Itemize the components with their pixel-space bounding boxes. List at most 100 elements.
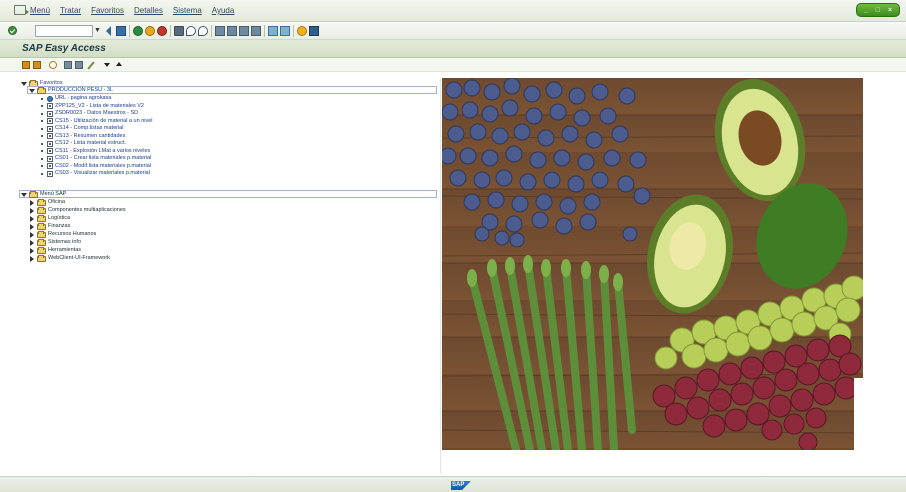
expand-toggle-icon[interactable] [29,207,35,214]
favorite-item[interactable]: CS13 - Resumen cantidades [39,133,125,140]
sap-menu-folder-label: Sistemas info [48,239,82,245]
expand-toggle-icon[interactable] [29,255,35,262]
favorite-item-label: ZPP125_V2 - Lista de materiales V2 [55,102,144,109]
move-favorite-up-icon[interactable] [116,62,122,66]
transaction-icon [47,170,53,177]
menu-item-menu[interactable]: Menú [30,6,50,15]
expand-toggle-icon[interactable] [29,88,35,94]
menu-item-tratar[interactable]: Tratar [60,6,81,15]
toolbar-separator [264,25,265,37]
ok-icon[interactable] [8,26,17,35]
favorite-item[interactable]: ZPP125_V2 - Lista de materiales V2 [39,103,144,110]
add-favorite-icon[interactable] [64,61,72,69]
prev-page-icon[interactable] [227,26,237,36]
first-page-icon[interactable] [215,26,225,36]
sap-menu-folder[interactable]: Recursos Humanos [29,230,97,238]
application-toolbar [0,58,906,72]
favorite-item[interactable]: CS01 - Crear lista materiales p.material [39,155,151,162]
menu-item-sistema[interactable]: Sistema [173,6,202,15]
favorite-item-label: CS12 - Lista material estruct. [55,140,126,146]
tree-node-produccion-folder[interactable]: PRODUCCION PESU - 3L [29,86,113,94]
system-menu-icon[interactable] [14,5,29,15]
command-history-dropdown[interactable]: ▼ [94,26,102,36]
expand-toggle-icon[interactable] [29,215,35,222]
cancel-icon[interactable] [157,26,167,36]
find-next-icon[interactable] [198,26,208,36]
sap-menu-folder-label: Oficina [48,199,66,205]
sap-menu-folder[interactable]: Componentes multiaplicaciones [29,206,126,214]
sap-menu-folder[interactable]: Oficina [29,198,66,206]
expand-toggle-icon[interactable] [29,199,35,206]
find-icon[interactable] [186,26,196,36]
leaf-marker [39,133,45,139]
blueberries [442,78,651,248]
window-controls: _ □ × [856,3,900,17]
title-bar: SAP Easy Access [0,40,906,58]
sap-logo: SAP [451,481,471,490]
leaf-marker [39,163,45,169]
folder-icon [37,238,46,246]
sap-menu-folder[interactable]: Logística [29,214,70,222]
delete-favorite-icon[interactable] [75,61,83,69]
last-page-icon[interactable] [251,26,261,36]
menu-items: Menú Tratar Favoritos Detalles Sistema A… [30,6,234,15]
help-icon[interactable] [297,26,307,36]
menu-item-detalles[interactable]: Detalles [134,6,163,15]
favorite-item-label: CS03 - Visualizar materiales p.material [55,170,150,176]
favorite-item[interactable]: CS03 - Visualizar materiales p.material [39,170,150,177]
folder-icon [37,214,46,222]
save-icon[interactable] [116,26,126,36]
shortcut-icon[interactable] [280,26,290,36]
menu-item-ayuda[interactable]: Ayuda [212,6,235,15]
new-session-icon[interactable] [268,26,278,36]
expand-toggle-icon[interactable] [29,223,35,230]
favorite-item[interactable]: CS11 - Explosión LMat a varios niveles [39,148,150,155]
favorite-item[interactable]: ZSDR0023 - Datos Maestros - SD [39,110,138,117]
asparagus [468,260,636,454]
favorite-item[interactable]: CS02 - Modif.lista materiales p.material [39,163,151,170]
favorite-item-label: CS02 - Modif.lista materiales p.material [55,162,151,169]
tree-node-sap-menu[interactable]: Menú SAP [21,190,66,198]
leaf-marker [39,96,45,102]
expand-toggle-icon[interactable] [29,239,35,246]
menu-item-favoritos[interactable]: Favoritos [91,6,124,15]
expand-toggle-icon[interactable] [21,192,27,198]
move-favorite-down-icon[interactable] [104,63,110,67]
favorite-item[interactable]: CS12 - Lista material estruct. [39,140,126,147]
toolbar-separator [293,25,294,37]
sap-menu-folder-label: WebClient-UI-Framework [48,255,110,261]
expand-toggle-icon[interactable] [29,247,35,254]
transaction-icon [47,118,53,124]
sap-menu-folder-label: Componentes multiaplicaciones [48,207,126,213]
exit-icon[interactable] [145,26,155,36]
other-menu-icon[interactable] [49,61,57,69]
sap-logo-text: SAP [452,482,465,488]
user-menu-icon[interactable] [22,61,30,69]
next-page-icon[interactable] [239,26,249,36]
back-icon[interactable] [106,26,111,36]
favorite-item[interactable]: CS15 - Utilización de material a un nive… [39,118,153,125]
avocados [647,78,848,314]
favorite-item-label: URL - pagina agrokasa [55,95,112,101]
customize-layout-icon[interactable] [309,26,319,36]
expand-toggle-icon[interactable] [29,231,35,238]
sap-menu-folder[interactable]: WebClient-UI-Framework [29,254,110,262]
command-field[interactable] [35,25,93,37]
maximize-icon[interactable]: □ [876,7,880,14]
sap-menu-folder[interactable]: Finanzas [29,222,70,230]
print-icon[interactable] [174,26,184,36]
sap-menu-icon[interactable] [33,61,41,69]
sap-menu-folder[interactable]: Herramientas [29,246,81,254]
favorite-item-label: CS01 - Crear lista materiales p.material [55,155,152,161]
favorite-item[interactable]: URL - pagina agrokasa [39,95,111,102]
sap-menu-folder-label: Recursos Humanos [48,231,97,237]
favorite-item[interactable]: CS14 - Comp.listas material [39,125,123,132]
leaf-marker [39,156,45,162]
back-green-icon[interactable] [133,26,143,36]
easy-access-picture [442,78,863,474]
favorite-item-label: CS14 - Comp.listas material [55,125,124,131]
change-favorite-icon[interactable] [87,61,95,70]
minimize-icon[interactable]: _ [864,7,868,14]
close-icon[interactable]: × [888,7,892,14]
sap-menu-folder[interactable]: Sistemas info [29,238,82,246]
